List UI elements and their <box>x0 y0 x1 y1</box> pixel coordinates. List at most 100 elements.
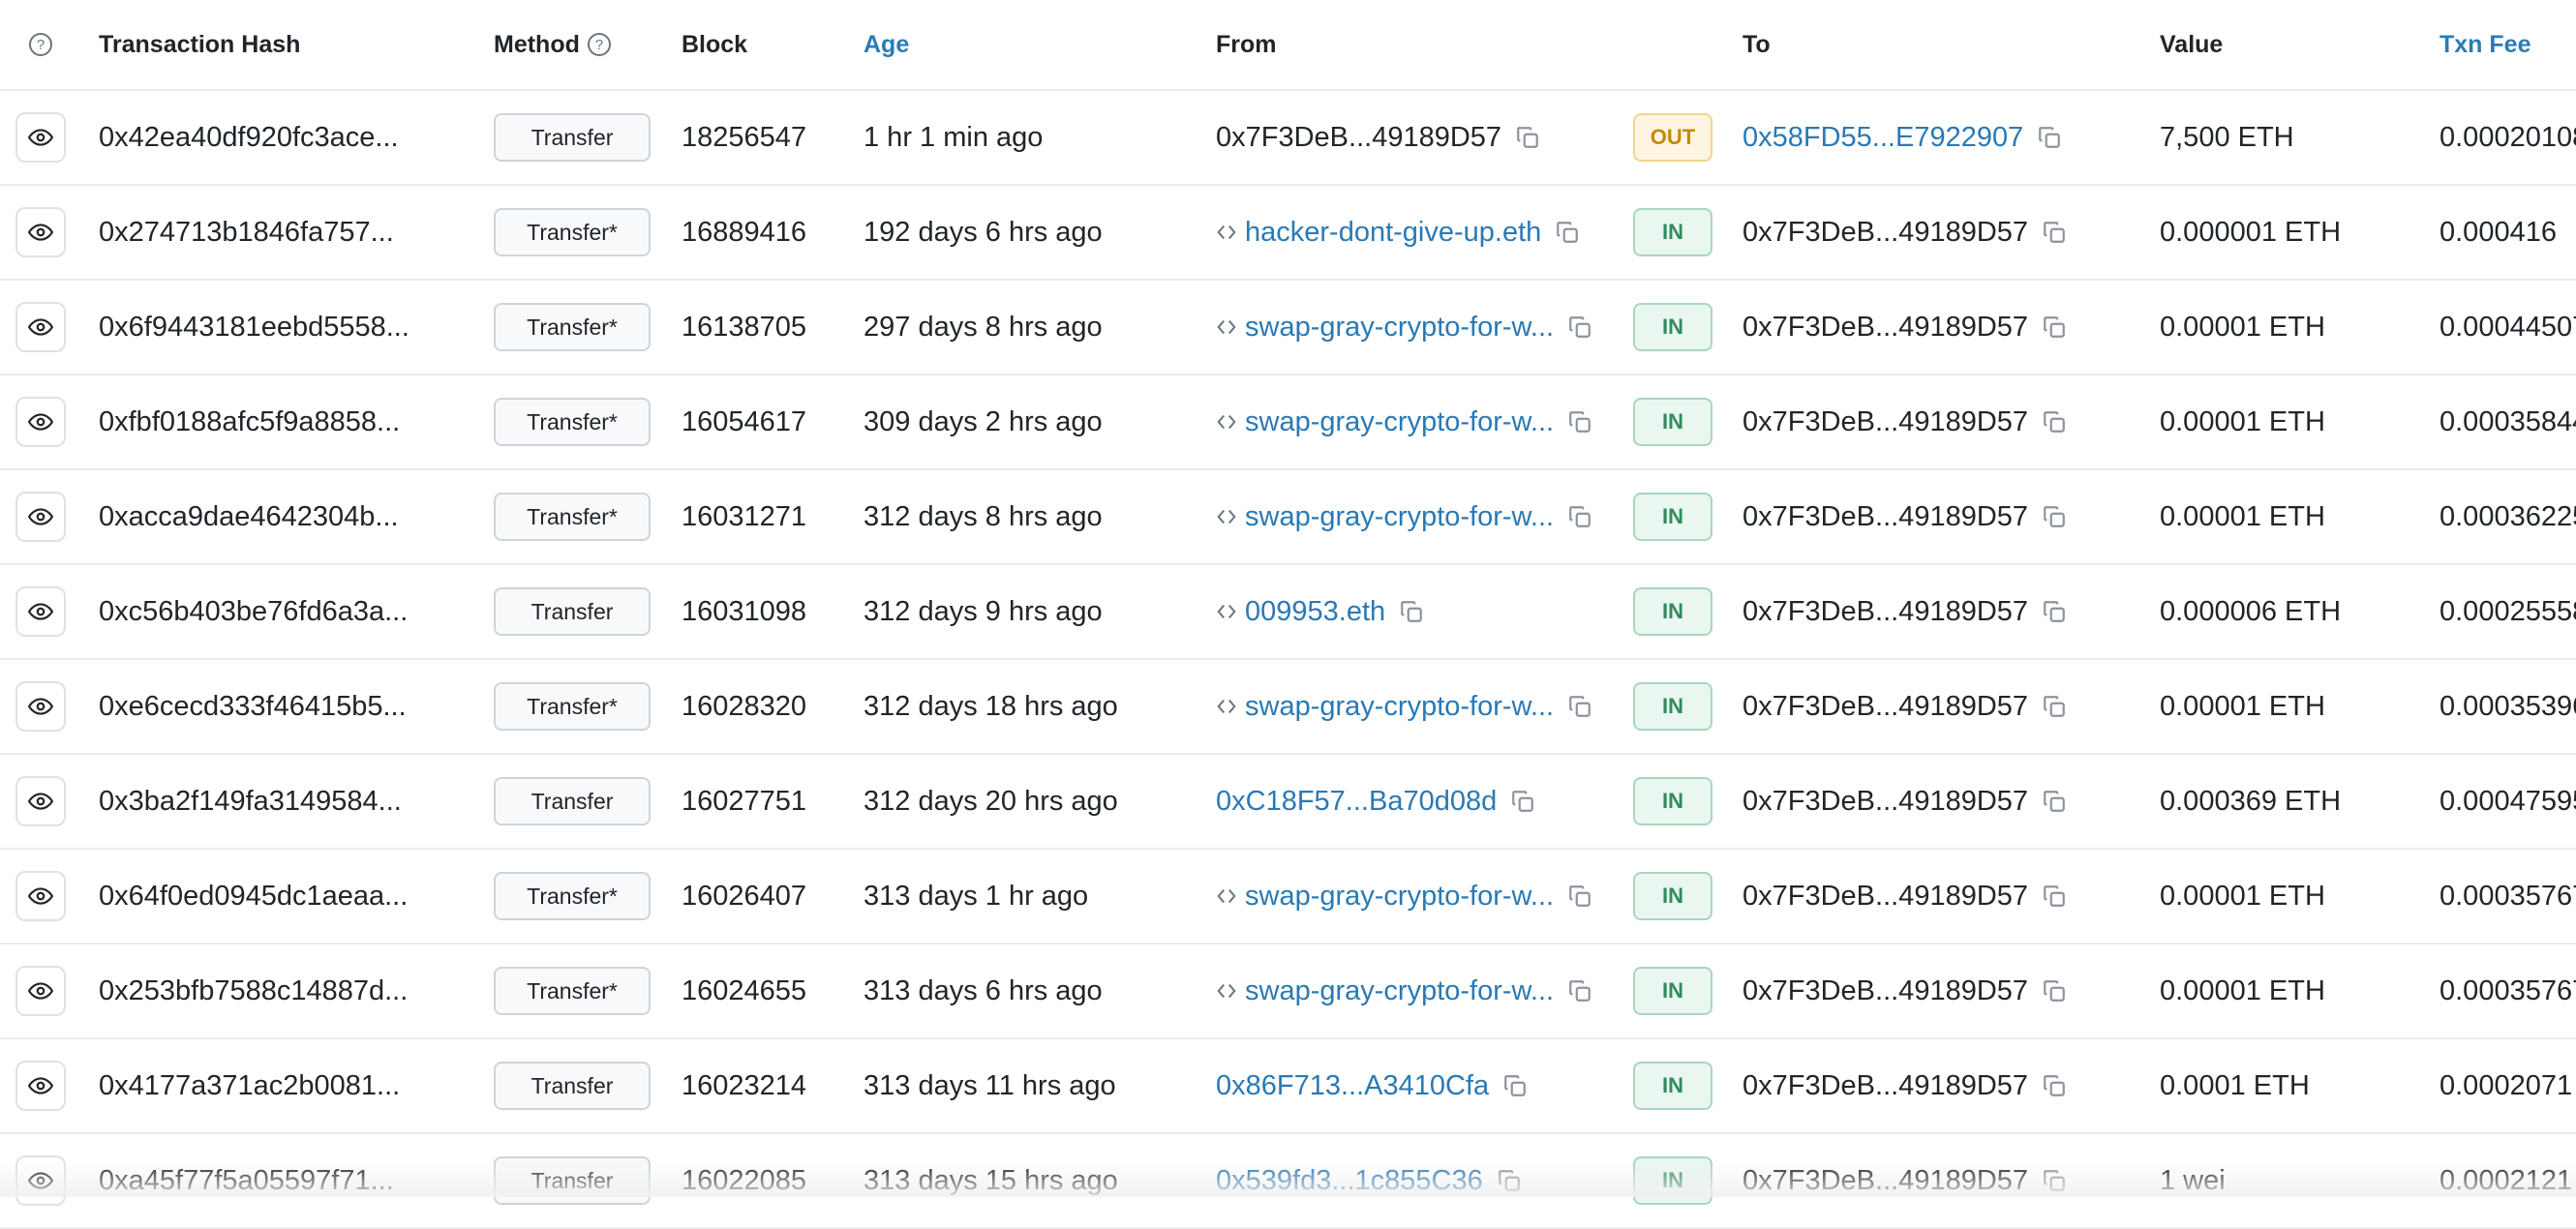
row-preview-cell <box>14 850 68 943</box>
copy-icon[interactable] <box>2042 1168 2067 1193</box>
header-age-toggle[interactable]: Age <box>864 0 909 89</box>
eye-icon[interactable] <box>15 302 66 352</box>
eye-icon[interactable] <box>15 207 66 257</box>
method-cell: Transfer* <box>494 944 651 1037</box>
direction-cell: IN <box>1633 375 1712 468</box>
eye-icon[interactable] <box>15 681 66 732</box>
from-address[interactable]: hacker-dont-give-up.eth <box>1245 217 1541 249</box>
tx-hash-link[interactable]: 0x64f0ed0945dc1aeaa... <box>99 850 408 943</box>
copy-icon[interactable] <box>2042 409 2067 435</box>
question-icon[interactable]: ? <box>587 33 611 56</box>
block-link[interactable]: 16023214 <box>682 1039 806 1132</box>
tx-hash-link[interactable]: 0xc56b403be76fd6a3a... <box>99 565 408 658</box>
from-address[interactable]: swap-gray-crypto-for-w... <box>1245 881 1554 913</box>
header-info[interactable]: ? <box>14 0 68 89</box>
value-text: 0.00001 ETH <box>2160 974 2325 1006</box>
copy-icon[interactable] <box>1567 315 1592 340</box>
tx-hash-link[interactable]: 0x274713b1846fa757... <box>99 186 394 279</box>
copy-icon[interactable] <box>1502 1073 1528 1098</box>
from-address[interactable]: swap-gray-crypto-for-w... <box>1245 691 1554 723</box>
to-cell: 0x7F3DeB...49189D57 <box>1743 755 2067 848</box>
copy-icon[interactable] <box>2042 504 2067 529</box>
direction-badge: OUT <box>1633 113 1712 162</box>
copy-icon[interactable] <box>1515 125 1540 150</box>
direction-badge: IN <box>1633 1156 1712 1205</box>
from-cell: swap-gray-crypto-for-w... <box>1216 850 1592 943</box>
block-link[interactable]: 16138705 <box>682 281 806 374</box>
from-address[interactable]: swap-gray-crypto-for-w... <box>1245 501 1554 533</box>
direction-badge: IN <box>1633 398 1712 446</box>
from-address[interactable]: 0x539fd3...1c855C36 <box>1216 1165 1483 1197</box>
copy-icon[interactable] <box>2042 599 2067 624</box>
method-badge: Transfer <box>494 113 651 162</box>
from-address[interactable]: swap-gray-crypto-for-w... <box>1245 975 1554 1007</box>
copy-icon[interactable] <box>1567 978 1592 1004</box>
eye-icon[interactable] <box>15 776 66 826</box>
copy-icon[interactable] <box>2037 125 2062 150</box>
copy-icon[interactable] <box>1567 409 1592 435</box>
fee-text: 0.0002071 <box>2440 1069 2573 1101</box>
question-icon[interactable]: ? <box>29 33 52 56</box>
direction-badge: IN <box>1633 1062 1712 1110</box>
direction-cell: IN <box>1633 1134 1712 1227</box>
from-address[interactable]: 009953.eth <box>1245 596 1385 628</box>
copy-icon[interactable] <box>1510 789 1535 814</box>
from-cell: swap-gray-crypto-for-w... <box>1216 660 1592 753</box>
copy-icon[interactable] <box>2042 978 2067 1004</box>
block-link[interactable]: 16889416 <box>682 186 806 279</box>
eye-icon[interactable] <box>15 871 66 921</box>
direction-badge: IN <box>1633 208 1712 256</box>
block-link[interactable]: 18256547 <box>682 91 806 184</box>
contract-icon <box>1216 316 1237 338</box>
copy-icon[interactable] <box>2042 789 2067 814</box>
to-address[interactable]: 0x58FD55...E7922907 <box>1743 122 2023 154</box>
to-cell: 0x7F3DeB...49189D57 <box>1743 1039 2067 1132</box>
tx-hash-link[interactable]: 0x253bfb7588c14887d... <box>99 944 408 1037</box>
block-link[interactable]: 16024655 <box>682 944 806 1037</box>
eye-icon[interactable] <box>15 1155 66 1206</box>
to-address: 0x7F3DeB...49189D57 <box>1743 974 2029 1006</box>
tx-hash-link[interactable]: 0x3ba2f149fa3149584... <box>99 755 402 848</box>
copy-icon[interactable] <box>2042 1073 2067 1098</box>
from-address[interactable]: swap-gray-crypto-for-w... <box>1245 406 1554 438</box>
block-link[interactable]: 16026407 <box>682 850 806 943</box>
eye-icon[interactable] <box>15 492 66 542</box>
eye-icon[interactable] <box>15 586 66 637</box>
eye-icon[interactable] <box>15 1061 66 1111</box>
tx-hash-link[interactable]: 0xfbf0188afc5f9a8858... <box>99 375 400 468</box>
to-cell: 0x7F3DeB...49189D57 <box>1743 944 2067 1037</box>
copy-icon[interactable] <box>1399 599 1424 624</box>
tx-hash-link[interactable]: 0xacca9dae4642304b... <box>99 470 399 563</box>
row-preview-cell <box>14 565 68 658</box>
copy-icon[interactable] <box>1567 884 1592 909</box>
block-link[interactable]: 16027751 <box>682 755 806 848</box>
from-address[interactable]: 0x86F713...A3410Cfa <box>1216 1070 1489 1102</box>
copy-icon[interactable] <box>1497 1168 1522 1193</box>
eye-icon[interactable] <box>15 397 66 447</box>
copy-icon[interactable] <box>2042 220 2067 245</box>
tx-hash-link[interactable]: 0x42ea40df920fc3ace... <box>99 91 399 184</box>
block-link[interactable]: 16054617 <box>682 375 806 468</box>
header-method-label: Method <box>494 30 580 58</box>
tx-hash-link[interactable]: 0x6f9443181eebd5558... <box>99 281 409 374</box>
block-link[interactable]: 16031271 <box>682 470 806 563</box>
copy-icon[interactable] <box>1555 220 1580 245</box>
contract-icon <box>1216 885 1237 907</box>
from-address[interactable]: 0xC18F57...Ba70d08d <box>1216 786 1497 818</box>
eye-icon[interactable] <box>15 112 66 163</box>
header-fee-toggle[interactable]: Txn Fee <box>2440 0 2531 89</box>
block-link[interactable]: 16022085 <box>682 1134 806 1227</box>
copy-icon[interactable] <box>1567 694 1592 719</box>
fee-text: 0.00047595 <box>2440 785 2576 817</box>
copy-icon[interactable] <box>2042 694 2067 719</box>
block-link[interactable]: 16028320 <box>682 660 806 753</box>
tx-hash-link[interactable]: 0x4177a371ac2b0081... <box>99 1039 400 1132</box>
tx-hash-link[interactable]: 0xa45f77f5a05597f71... <box>99 1134 394 1227</box>
tx-hash-link[interactable]: 0xe6cecd333f46415b5... <box>99 660 407 753</box>
copy-icon[interactable] <box>2042 884 2067 909</box>
from-address[interactable]: swap-gray-crypto-for-w... <box>1245 312 1554 344</box>
copy-icon[interactable] <box>1567 504 1592 529</box>
eye-icon[interactable] <box>15 966 66 1016</box>
copy-icon[interactable] <box>2042 315 2067 340</box>
block-link[interactable]: 16031098 <box>682 565 806 658</box>
